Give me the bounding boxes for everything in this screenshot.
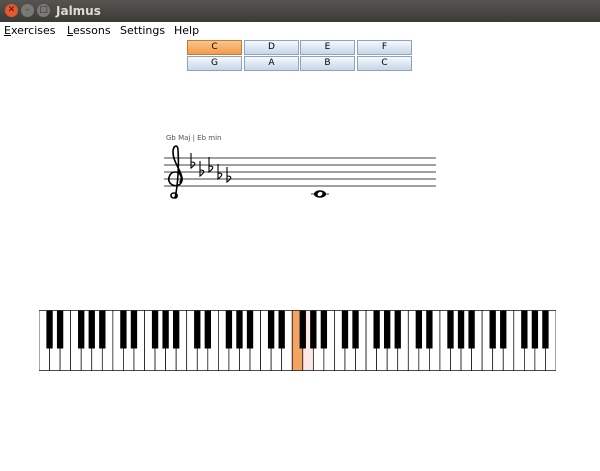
piano-black-key[interactable]: [173, 310, 180, 349]
minimize-icon[interactable]: –: [21, 4, 34, 17]
piano-black-key[interactable]: [521, 310, 528, 349]
piano-black-key[interactable]: [384, 310, 391, 349]
piano-black-key[interactable]: [415, 310, 422, 349]
key-signature-flats: [190, 153, 232, 184]
piano-black-key[interactable]: [500, 310, 507, 349]
piano-black-key[interactable]: [426, 310, 433, 349]
piano-black-key[interactable]: [373, 310, 380, 349]
piano-black-key[interactable]: [320, 310, 328, 349]
piano-black-key[interactable]: [120, 310, 127, 349]
answer-button-g[interactable]: G: [187, 56, 242, 71]
flat-icon: [217, 164, 223, 181]
flat-icon: [190, 153, 196, 170]
maximize-icon[interactable]: □: [37, 4, 50, 17]
piano-black-key[interactable]: [236, 310, 243, 349]
piano-black-key[interactable]: [489, 310, 496, 349]
piano-black-key[interactable]: [88, 310, 95, 349]
answer-button-d[interactable]: D: [244, 40, 299, 55]
title-bar: ✕ – □ Jalmus: [0, 0, 600, 22]
piano-black-key[interactable]: [447, 310, 454, 349]
answer-button-c[interactable]: C: [187, 40, 242, 55]
whole-note: [311, 190, 329, 198]
piano-black-key[interactable]: [542, 310, 549, 349]
answer-button-c-high[interactable]: C: [357, 56, 412, 71]
piano-black-key[interactable]: [310, 310, 317, 349]
piano-black-key[interactable]: [130, 310, 138, 349]
piano-black-key[interactable]: [278, 310, 285, 349]
menu-lessons[interactable]: Lessons: [67, 22, 111, 39]
answer-button-b[interactable]: B: [300, 56, 355, 71]
menu-exercises[interactable]: Exercises: [4, 22, 56, 39]
piano-black-key[interactable]: [341, 310, 349, 349]
piano-black-key[interactable]: [246, 310, 254, 349]
piano-keyboard: [39, 310, 556, 371]
piano-black-key[interactable]: [531, 310, 539, 349]
flat-icon: [199, 161, 205, 178]
menu-settings[interactable]: Settings: [120, 22, 165, 39]
menu-help[interactable]: Help: [174, 22, 199, 39]
flat-icon: [208, 157, 214, 174]
window-title: Jalmus: [56, 4, 101, 18]
piano-black-key[interactable]: [162, 310, 169, 349]
piano-black-key[interactable]: [151, 310, 159, 349]
piano-black-key[interactable]: [457, 310, 465, 349]
piano-black-key[interactable]: [225, 310, 233, 349]
piano-black-key[interactable]: [56, 310, 64, 349]
piano-black-key[interactable]: [204, 310, 211, 349]
piano-black-key[interactable]: [352, 310, 359, 349]
music-staff: [164, 145, 436, 199]
piano-black-key[interactable]: [267, 310, 275, 349]
piano-black-key[interactable]: [46, 310, 53, 349]
piano-black-key[interactable]: [194, 310, 201, 349]
menu-bar: Exercises Lessons Settings Help: [0, 22, 600, 39]
piano-black-key[interactable]: [78, 310, 85, 349]
piano-black-key[interactable]: [394, 310, 401, 349]
piano-black-key[interactable]: [468, 310, 475, 349]
close-icon[interactable]: ✕: [5, 4, 18, 17]
piano-black-key[interactable]: [99, 310, 106, 349]
answer-buttons: C D E F G A B C: [187, 40, 413, 72]
flat-icon: [226, 167, 232, 184]
piano-black-key[interactable]: [299, 310, 306, 349]
answer-button-a[interactable]: A: [244, 56, 299, 71]
answer-button-e[interactable]: E: [300, 40, 355, 55]
staff-lines: [164, 157, 436, 187]
answer-button-f[interactable]: F: [357, 40, 412, 55]
